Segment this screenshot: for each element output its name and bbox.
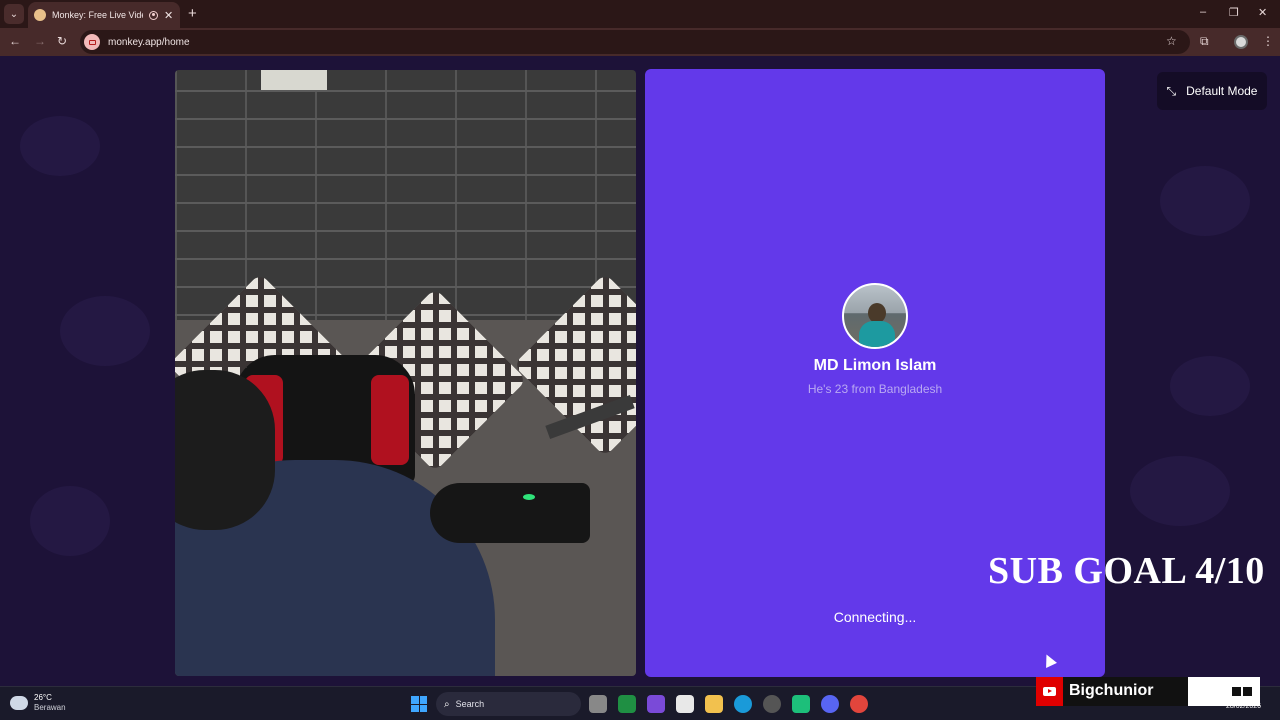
task-view-icon[interactable] <box>589 695 607 713</box>
close-window-button[interactable]: ✕ <box>1258 6 1267 19</box>
extensions-puzzle-icon[interactable]: ⧉ <box>1200 34 1209 49</box>
connection-status: Connecting... <box>833 609 917 625</box>
default-mode-label: Default Mode <box>1186 84 1258 98</box>
wall-light <box>261 70 327 90</box>
restore-button[interactable]: ❐ <box>1229 6 1239 19</box>
channel-name: Bigchunior <box>1069 682 1154 699</box>
new-tab-button[interactable]: + <box>188 5 197 22</box>
remote-user-info: He's 23 from Bangladesh <box>807 382 943 396</box>
mic-led <box>523 494 535 500</box>
tab-title: Monkey: Free Live Video Ch <box>52 10 143 20</box>
browser-tabstrip: ⌄ Monkey: Free Live Video Ch ✕ + – ❐ ✕ <box>0 0 1280 28</box>
collapse-icon: ⤡ <box>1166 83 1177 98</box>
weather-condition: Berawan <box>34 703 66 712</box>
file-explorer-icon[interactable] <box>705 695 723 713</box>
app-icon[interactable] <box>792 695 810 713</box>
chevron-down-icon: ⌄ <box>9 8 19 20</box>
address-bar[interactable]: monkey.app/home <box>80 30 1190 54</box>
tab-monkey[interactable]: Monkey: Free Live Video Ch ✕ <box>28 2 180 28</box>
forward-arrow-icon[interactable]: → <box>34 34 46 48</box>
monkey-favicon-icon <box>34 9 46 21</box>
minimize-button[interactable]: – <box>1200 6 1206 18</box>
sub-goal-overlay: SUB GOAL 4/10 <box>988 550 1265 592</box>
search-icon: ⌕ <box>444 698 450 710</box>
kebab-menu-icon[interactable]: ⋮ <box>1262 34 1274 48</box>
app-icon[interactable] <box>647 695 665 713</box>
windows-start-icon[interactable] <box>411 696 427 712</box>
default-mode-button[interactable]: ⤡ Default Mode <box>1157 72 1267 110</box>
reload-icon[interactable]: ↻ <box>57 34 67 48</box>
monkey-page: MD Limon Islam He's 23 from Bangladesh C… <box>0 56 1280 686</box>
avatar-body <box>859 321 895 347</box>
browser-toolbar: ← → ↻ monkey.app/home ☆ ⧉ ⋮ <box>0 28 1280 56</box>
store-icon[interactable] <box>676 695 694 713</box>
steam-icon[interactable] <box>763 695 781 713</box>
background-blob <box>20 116 100 176</box>
edge-icon[interactable] <box>734 695 752 713</box>
bookmark-star-icon[interactable]: ☆ <box>1166 34 1177 48</box>
recording-indicator-icon <box>149 10 158 20</box>
back-arrow-icon[interactable]: ← <box>9 34 21 48</box>
remote-avatar <box>842 283 908 349</box>
url-text[interactable]: monkey.app/home <box>108 37 190 48</box>
discord-icon[interactable] <box>821 695 839 713</box>
remote-user-name: MD Limon Islam <box>813 357 937 374</box>
cloud-icon <box>10 696 28 710</box>
youtube-logo-icon <box>1036 677 1063 706</box>
tab-close-icon[interactable]: ✕ <box>164 9 174 22</box>
youtube-channel-overlay: Bigchunior <box>1036 677 1260 706</box>
weather-temp: 26°C <box>34 693 52 702</box>
overlay-blocks <box>1232 687 1252 696</box>
microphone <box>430 483 590 543</box>
excel-icon[interactable] <box>618 695 636 713</box>
background-blob <box>1160 166 1250 236</box>
taskbar-search[interactable]: ⌕ Search <box>436 692 581 716</box>
background-blob <box>60 296 150 366</box>
avatar-head <box>868 303 886 323</box>
camera-permission-icon[interactable] <box>84 34 100 50</box>
tab-search-button[interactable]: ⌄ <box>4 4 24 24</box>
profile-avatar[interactable] <box>1234 35 1248 49</box>
self-camera-video <box>175 70 636 676</box>
background-blob <box>30 486 110 556</box>
chrome-icon[interactable] <box>850 695 868 713</box>
chair-red-panel <box>371 375 409 465</box>
search-label: Search <box>455 699 485 709</box>
person-head <box>175 370 275 530</box>
weather-widget[interactable]: 26°C Berawan <box>10 693 66 713</box>
background-blob <box>1170 356 1250 416</box>
background-blob <box>1130 456 1230 526</box>
